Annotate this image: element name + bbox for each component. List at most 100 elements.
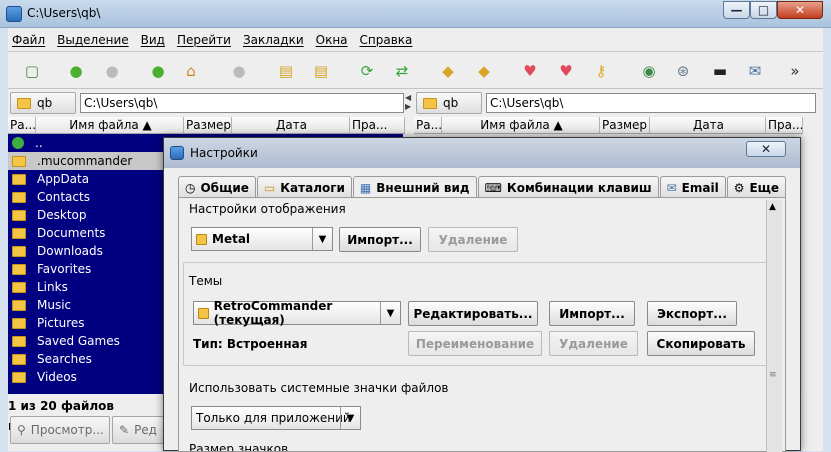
gear-icon: ⚙ — [733, 180, 745, 195]
favorite-icon[interactable]: ♥ — [556, 61, 576, 81]
column-extension[interactable]: Ра... — [8, 117, 36, 134]
menu-bookmarks[interactable]: Закладки — [243, 33, 304, 47]
folder-icon — [12, 173, 26, 185]
tab-email[interactable]: ✉ Email — [659, 176, 726, 198]
keyboard-icon: ⌨ — [484, 180, 502, 195]
more-icon[interactable]: » — [785, 61, 805, 81]
left-drive-label: qb — [37, 96, 53, 110]
folder-icon — [12, 227, 26, 239]
menu-windows[interactable]: Окна — [316, 33, 348, 47]
column-size[interactable]: Размер — [600, 117, 650, 134]
app-icon — [6, 6, 22, 22]
column-date[interactable]: Дата — [650, 117, 766, 134]
theme-rename-button[interactable]: Переименование — [408, 331, 542, 356]
menu-file[interactable]: Файл — [12, 33, 45, 47]
theme-export-button[interactable]: Экспорт... — [647, 301, 737, 326]
new-window-icon[interactable]: ▢ — [22, 61, 42, 81]
bookmark-add-icon[interactable]: ▤ — [276, 61, 296, 81]
laf-select[interactable]: Metal ▼ — [191, 227, 333, 251]
email-icon: ✉ — [666, 180, 677, 195]
left-path-field[interactable]: C:\Users\qb\ — [80, 93, 404, 113]
maximize-button[interactable]: □ — [750, 1, 777, 19]
menu-selection[interactable]: Выделение — [57, 33, 128, 47]
folder-icon — [12, 299, 26, 311]
theme-select[interactable]: RetroCommander (текущая) ▼ — [193, 299, 401, 327]
column-filename[interactable]: Имя файла ▲ — [442, 117, 600, 134]
tab-appearance[interactable]: ▦ Внешний вид — [352, 176, 477, 199]
left-column-header: Ра... Имя файла ▲ Размер Дата Пра... — [8, 117, 405, 134]
up-icon[interactable]: ● — [148, 61, 168, 81]
folder-icon — [12, 245, 26, 257]
pack-icon[interactable]: ◆ — [438, 61, 458, 81]
server-icon[interactable]: ⊛ — [673, 61, 693, 81]
column-permissions[interactable]: Пра... — [766, 117, 803, 134]
close-button[interactable]: ✕ — [777, 1, 823, 19]
home-icon[interactable]: ⌂ — [181, 61, 201, 81]
menu-go[interactable]: Перейти — [177, 33, 231, 47]
dialog-titlebar — [164, 138, 800, 168]
chevron-down-icon: ▼ — [380, 302, 400, 324]
terminal-icon[interactable]: ▬ — [710, 61, 730, 81]
menu-help[interactable]: Справка — [360, 33, 413, 47]
toolbar: ▢ ● ● ● ⌂ ● ▤ ▤ ⟳ ⇄ ◆ ◆ ♥ ♥ ⚷ ◉ ⊛ ▬ ✉ » — [8, 52, 823, 89]
view-button[interactable]: ⚲ Просмотр... — [10, 416, 110, 444]
column-extension[interactable]: Ра... — [414, 117, 442, 134]
unpack-icon[interactable]: ◆ — [474, 61, 494, 81]
right-scrollbar[interactable] — [803, 117, 823, 394]
tab-general[interactable]: ◷ Общие — [178, 176, 256, 198]
appearance-panel: Настройки отображения Metal ▼ Импорт... … — [178, 197, 786, 452]
lock-icon — [198, 307, 209, 319]
theme-edit-button[interactable]: Редактировать... — [408, 301, 538, 326]
column-permissions[interactable]: Пра... — [350, 117, 405, 134]
key-icon[interactable]: ⚷ — [591, 61, 611, 81]
dialog-scrollbar[interactable]: ▲ ≡ — [766, 200, 782, 452]
scroll-up-icon[interactable]: ▲ — [769, 202, 776, 212]
clock-icon: ◷ — [185, 180, 196, 195]
dialog-close-button[interactable]: ✕ — [746, 141, 786, 157]
tab-more[interactable]: ⚙ Еще — [726, 176, 787, 198]
right-drive-button[interactable]: qb — [416, 92, 482, 114]
splitter-arrows-icon[interactable]: ◀ ▶ — [405, 93, 411, 111]
theme-import-button[interactable]: Импорт... — [549, 301, 635, 326]
column-size[interactable]: Размер — [184, 117, 232, 134]
tab-shortcuts[interactable]: ⌨ Комбинации клавиш — [477, 176, 659, 198]
bookmark-edit-icon[interactable]: ▤ — [311, 61, 331, 81]
connect-icon[interactable]: ◉ — [639, 61, 659, 81]
edit-button[interactable]: ✎ Ред — [112, 416, 164, 444]
column-date[interactable]: Дата — [232, 117, 350, 134]
folder-icon — [12, 353, 26, 365]
app-icon — [170, 146, 184, 160]
pencil-icon: ✎ — [119, 423, 130, 437]
folder-icon — [12, 317, 26, 329]
column-filename[interactable]: Имя файла ▲ — [36, 117, 184, 134]
up-arrow-icon — [12, 137, 24, 149]
menu-view[interactable]: Вид — [141, 33, 165, 47]
swap-panels-icon[interactable]: ⇄ — [392, 61, 412, 81]
laf-import-button[interactable]: Импорт... — [339, 227, 421, 252]
folder-icon — [12, 335, 26, 347]
minimize-button[interactable]: — — [723, 1, 750, 19]
folder-icon — [12, 371, 26, 383]
stop-icon[interactable]: ● — [229, 61, 249, 81]
email-icon[interactable]: ✉ — [745, 61, 765, 81]
favorite-add-icon[interactable]: ♥ — [520, 61, 540, 81]
theme-type-label: Тип: Встроенная — [193, 337, 308, 351]
system-icons-select[interactable]: Только для приложений ▼ — [191, 406, 361, 430]
folder-icon — [423, 97, 437, 109]
theme-copy-button[interactable]: Скопировать — [647, 331, 755, 356]
refresh-icon[interactable]: ⟳ — [357, 61, 377, 81]
scroll-grip-icon[interactable]: ≡ — [769, 370, 777, 380]
menu-bar: Файл Выделение Вид Перейти Закладки Окна… — [8, 28, 823, 52]
laf-delete-button[interactable]: Удаление — [428, 227, 518, 252]
forward-icon[interactable]: ● — [102, 61, 122, 81]
left-drive-button[interactable]: qb — [10, 92, 76, 114]
chevron-down-icon: ▼ — [312, 228, 332, 250]
back-icon[interactable]: ● — [66, 61, 86, 81]
window-titlebar — [0, 0, 831, 28]
window-title: C:\Users\qb\ — [27, 6, 101, 20]
folder-icon — [12, 191, 26, 203]
settings-tabs: ◷ Общие ▭ Каталоги ▦ Внешний вид ⌨ Комбинаци… — [178, 176, 787, 199]
tab-folders[interactable]: ▭ Каталоги — [256, 176, 352, 198]
theme-delete-button[interactable]: Удаление — [549, 331, 638, 356]
right-path-field[interactable]: C:\Users\qb\ — [486, 93, 816, 113]
